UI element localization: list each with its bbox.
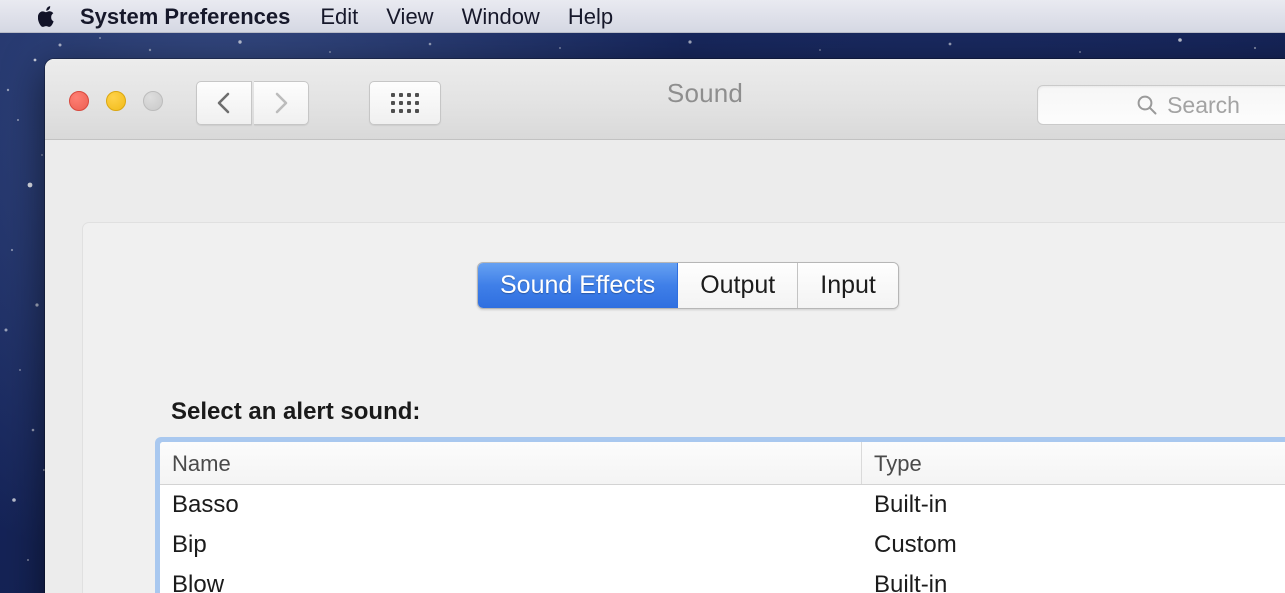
cell-name: Basso (172, 491, 239, 518)
preferences-pane: Sound Effects Output Input Select an ale… (45, 140, 1285, 593)
cell-name: Bip (172, 531, 207, 558)
menu-bar: System Preferences Edit View Window Help (0, 0, 1285, 33)
screen: Sound Search Sound Effects Output Input … (0, 0, 1285, 593)
tab-output[interactable]: Output (678, 263, 799, 308)
menu-item-help[interactable]: Help (554, 0, 627, 33)
tab-input[interactable]: Input (798, 263, 898, 308)
cell-name: Blow (172, 571, 225, 593)
column-header-type[interactable]: Type (862, 442, 1285, 484)
tab-bar: Sound Effects Output Input (477, 262, 899, 309)
search-icon (1137, 95, 1157, 115)
window-titlebar: Sound Search (45, 59, 1285, 140)
menu-item-window[interactable]: Window (448, 0, 554, 33)
column-header-name[interactable]: Name (160, 442, 862, 484)
alert-sound-label: Select an alert sound: (171, 398, 421, 425)
menu-item-edit[interactable]: Edit (306, 0, 372, 33)
apple-logo-icon[interactable] (36, 3, 58, 29)
table-body: Basso Built-in Bip Custom Blow Built-in (160, 485, 1285, 593)
cell-type: Built-in (874, 571, 948, 593)
table-row[interactable]: Blow Built-in (160, 565, 1285, 593)
search-field[interactable]: Search (1037, 85, 1285, 125)
menu-item-system-preferences[interactable]: System Preferences (80, 0, 306, 33)
table-row[interactable]: Basso Built-in (160, 485, 1285, 525)
search-placeholder: Search (1167, 91, 1240, 118)
alert-sound-table[interactable]: Name Type Basso Built-in Bip Custom Blow… (160, 442, 1285, 593)
tab-sound-effects[interactable]: Sound Effects (478, 263, 679, 308)
table-row[interactable]: Bip Custom (160, 525, 1285, 565)
cell-type: Custom (874, 531, 957, 558)
sound-preferences-window: Sound Search Sound Effects Output Input … (45, 59, 1285, 593)
table-header-row: Name Type (160, 442, 1285, 485)
menu-item-view[interactable]: View (372, 0, 447, 33)
alert-sound-table-focus-ring: Name Type Basso Built-in Bip Custom Blow… (155, 437, 1285, 593)
cell-type: Built-in (874, 491, 948, 518)
